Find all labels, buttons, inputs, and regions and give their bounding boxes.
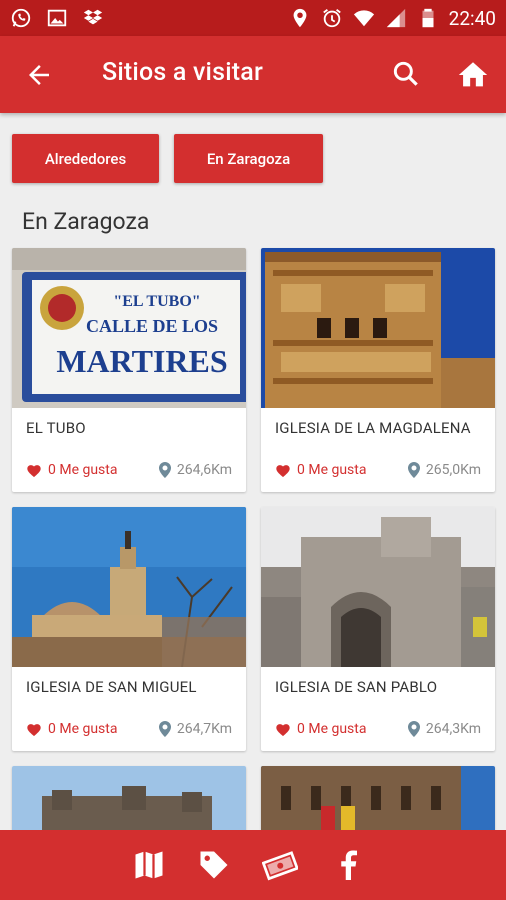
likes-count: 0 Me gusta [297,721,367,737]
heart-icon [27,723,41,736]
status-system: 22:40 [289,7,496,30]
likes[interactable]: 0 Me gusta [275,462,366,478]
distance-value: 264,3Km [425,721,481,737]
heart-icon [276,464,290,477]
likes-count: 0 Me gusta [48,721,118,737]
alarm-icon [322,9,341,28]
whatsapp-icon [11,8,31,28]
location-pin-icon [407,721,420,737]
place-card[interactable]: IGLESIA DE SAN PABLO 0 Me gusta 264,3Km [261,507,495,751]
status-time: 22:40 [448,6,496,30]
place-card[interactable]: "EL TUBO" CALLE DE LOS MARTIRES EL TUBO … [12,248,246,492]
place-image [12,507,246,667]
status-notifications [10,7,104,29]
place-image [261,248,495,408]
location-pin-icon [407,462,420,478]
likes-count: 0 Me gusta [48,462,118,478]
dropbox-icon [83,9,103,25]
location-icon [293,8,307,28]
facebook-icon[interactable] [330,847,366,883]
page-title: Sitios a visitar [102,58,264,87]
sign-line-3: MARTIRES [56,343,227,379]
place-name: IGLESIA DE LA MAGDALENA [275,419,471,437]
place-name: EL TUBO [26,419,86,437]
app-bar: Sitios a visitar [0,36,506,113]
likes[interactable]: 0 Me gusta [26,721,117,737]
heart-icon [276,723,290,736]
likes-count: 0 Me gusta [297,462,367,478]
place-card[interactable] [261,766,495,836]
likes[interactable]: 0 Me gusta [275,721,366,737]
status-bar: 22:40 [0,0,506,36]
heart-icon [27,464,41,477]
sign-line-1: "EL TUBO" [113,293,200,310]
place-image: "EL TUBO" CALLE DE LOS MARTIRES [12,248,246,408]
place-image [261,507,495,667]
distance-value: 264,7Km [176,721,232,737]
distance: 264,7Km [158,721,232,737]
place-card[interactable]: IGLESIA DE LA MAGDALENA 0 Me gusta 265,0… [261,248,495,492]
section-title: En Zaragoza [22,208,150,235]
sign-line-2: CALLE DE LOS [86,316,218,336]
place-card[interactable]: IGLESIA DE SAN MIGUEL 0 Me gusta 264,7Km [12,507,246,751]
location-pin-icon [158,462,171,478]
distance-value: 265,0Km [425,462,481,478]
place-card[interactable] [12,766,246,836]
wifi-icon [353,10,374,27]
bottom-nav [0,830,506,900]
place-image [12,766,246,836]
tag-icon[interactable] [196,847,232,883]
battery-icon [422,8,434,28]
location-pin-icon [158,721,171,737]
map-icon[interactable] [131,847,167,883]
money-icon[interactable] [262,847,298,883]
home-icon[interactable] [456,58,490,92]
image-icon [47,9,67,27]
back-arrow-icon[interactable] [24,60,54,90]
place-name: IGLESIA DE SAN PABLO [275,678,438,696]
distance: 265,0Km [407,462,481,478]
en-zaragoza-button[interactable]: En Zaragoza [174,134,323,183]
distance-value: 264,6Km [176,462,232,478]
place-image [261,766,495,836]
alrededores-button[interactable]: Alrededores [12,134,159,183]
distance: 264,6Km [158,462,232,478]
signal-icon [386,8,405,28]
place-name: IGLESIA DE SAN MIGUEL [26,678,197,696]
likes[interactable]: 0 Me gusta [26,462,117,478]
distance: 264,3Km [407,721,481,737]
search-icon[interactable] [390,58,422,90]
